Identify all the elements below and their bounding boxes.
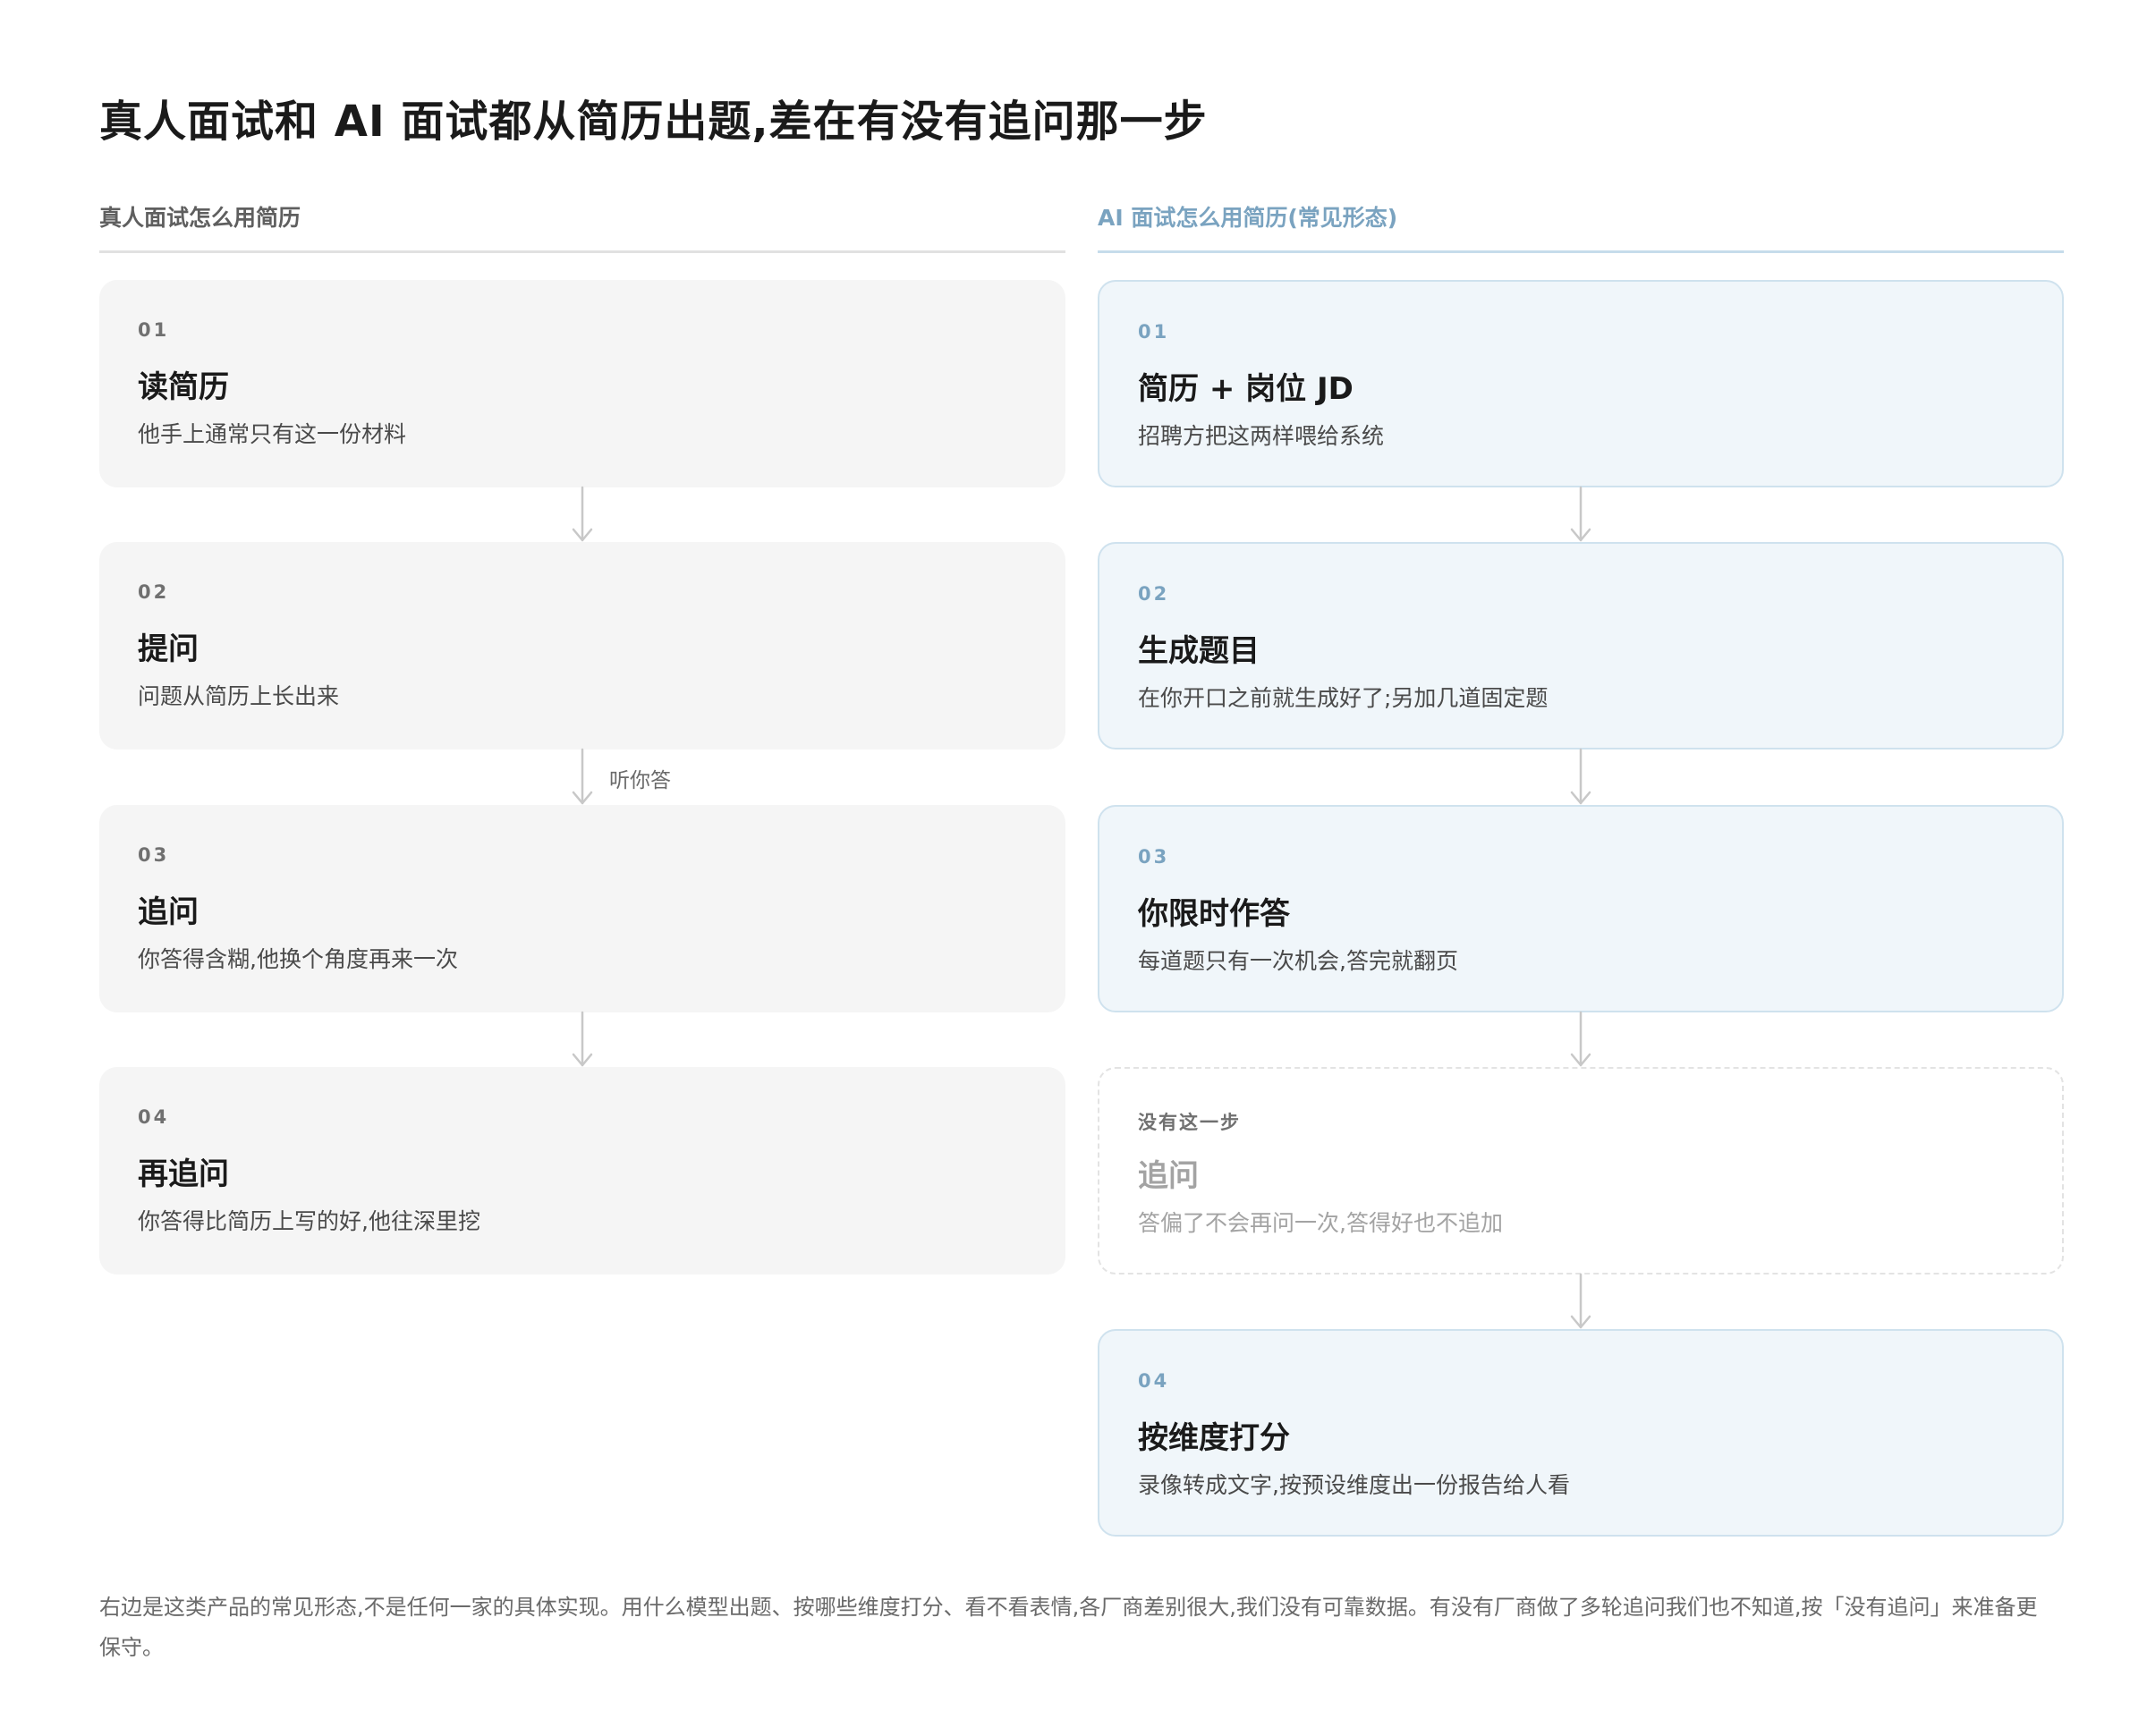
arrow-down-icon <box>1570 486 1591 542</box>
step-description: 你答得比简历上写的好,他往深里挖 <box>138 1208 480 1234</box>
arrow-down-icon <box>572 748 593 805</box>
step-description: 每道题只有一次机会,答完就翻页 <box>1138 948 1458 974</box>
footnote: 右边是这类产品的常见形态,不是任何一家的具体实现。用什么模型出题、按哪些维度打分… <box>99 1595 2038 1660</box>
human-step-2-card: 02 提问 问题从简历上长出来 <box>99 542 1065 749</box>
step-title: 读简历 <box>138 369 229 405</box>
step-title: 提问 <box>138 631 199 667</box>
missing-step-tag: 没有这一步 <box>1138 1112 1241 1133</box>
arrow-down-icon <box>1570 748 1591 805</box>
step-description: 你答得含糊,他换个角度再来一次 <box>138 946 458 972</box>
step-title: 追问 <box>138 894 199 930</box>
step-number: 02 <box>138 581 170 603</box>
step-number: 04 <box>1138 1370 1170 1392</box>
arrow-label-listen: 听你答 <box>609 769 671 792</box>
ai-step-1-card: 01 简历 + 岗位 JD 招聘方把这两样喂给系统 <box>1098 280 2064 487</box>
step-description: 问题从简历上长出来 <box>138 683 340 709</box>
step-number: 01 <box>1138 321 1170 343</box>
page-title: 真人面试和 AI 面试都从简历出题,差在有没有追问那一步 <box>99 97 1208 147</box>
step-number: 04 <box>138 1106 170 1128</box>
step-number: 02 <box>1138 583 1170 605</box>
human-step-3-card: 03 追问 你答得含糊,他换个角度再来一次 <box>99 805 1065 1012</box>
ai-step-3-card: 03 你限时作答 每道题只有一次机会,答完就翻页 <box>1098 805 2064 1012</box>
step-title: 按维度打分 <box>1138 1420 1290 1456</box>
arrow-down-icon <box>1570 1273 1591 1329</box>
human-step-1-card: 01 读简历 他手上通常只有这一份材料 <box>99 280 1065 487</box>
step-description: 招聘方把这两样喂给系统 <box>1138 423 1385 449</box>
human-column-heading: 真人面试怎么用简历 <box>99 205 301 231</box>
human-step-4-card: 04 再追问 你答得比简历上写的好,他往深里挖 <box>99 1067 1065 1274</box>
step-title: 再追问 <box>138 1156 229 1192</box>
step-title: 生成题目 <box>1138 633 1260 669</box>
arrow-down-icon <box>1570 1011 1591 1067</box>
ai-column-divider <box>1098 250 2064 253</box>
step-number: 01 <box>138 319 170 341</box>
step-description: 在你开口之前就生成好了;另加几道固定题 <box>1138 685 1549 711</box>
ai-step-2-card: 02 生成题目 在你开口之前就生成好了;另加几道固定题 <box>1098 542 2064 749</box>
step-title: 追问 <box>1138 1158 1199 1194</box>
arrow-down-icon <box>572 1011 593 1067</box>
step-description: 他手上通常只有这一份材料 <box>138 421 407 447</box>
step-title: 你限时作答 <box>1138 896 1290 932</box>
ai-column-heading: AI 面试怎么用简历(常见形态) <box>1098 205 1398 231</box>
step-number: 03 <box>138 844 170 866</box>
ai-step-4-card: 04 按维度打分 录像转成文字,按预设维度出一份报告给人看 <box>1098 1329 2064 1537</box>
arrow-down-icon <box>572 486 593 542</box>
step-title: 简历 + 岗位 JD <box>1138 371 1354 407</box>
step-number: 03 <box>1138 846 1170 868</box>
ai-missing-step-card: 没有这一步 追问 答偏了不会再问一次,答得好也不追加 <box>1098 1067 2064 1274</box>
step-description: 答偏了不会再问一次,答得好也不追加 <box>1138 1210 1503 1236</box>
step-description: 录像转成文字,按预设维度出一份报告给人看 <box>1138 1472 1570 1498</box>
human-column-divider <box>99 250 1065 253</box>
